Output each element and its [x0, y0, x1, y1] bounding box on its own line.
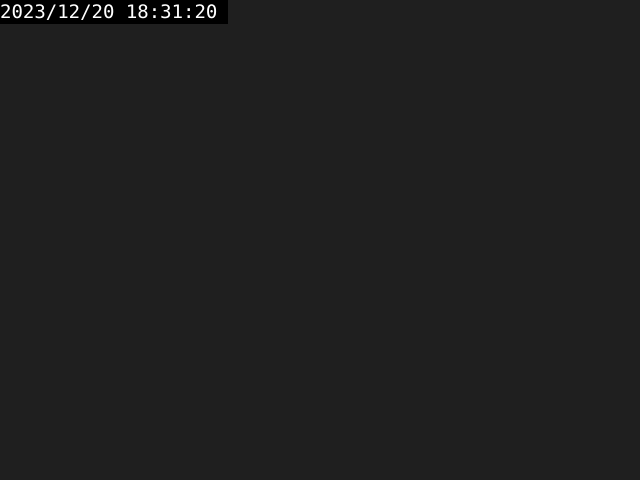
camera-frame: 2023/12/20 18:31:20 [0, 0, 640, 480]
timestamp-overlay: 2023/12/20 18:31:20 [0, 0, 228, 24]
